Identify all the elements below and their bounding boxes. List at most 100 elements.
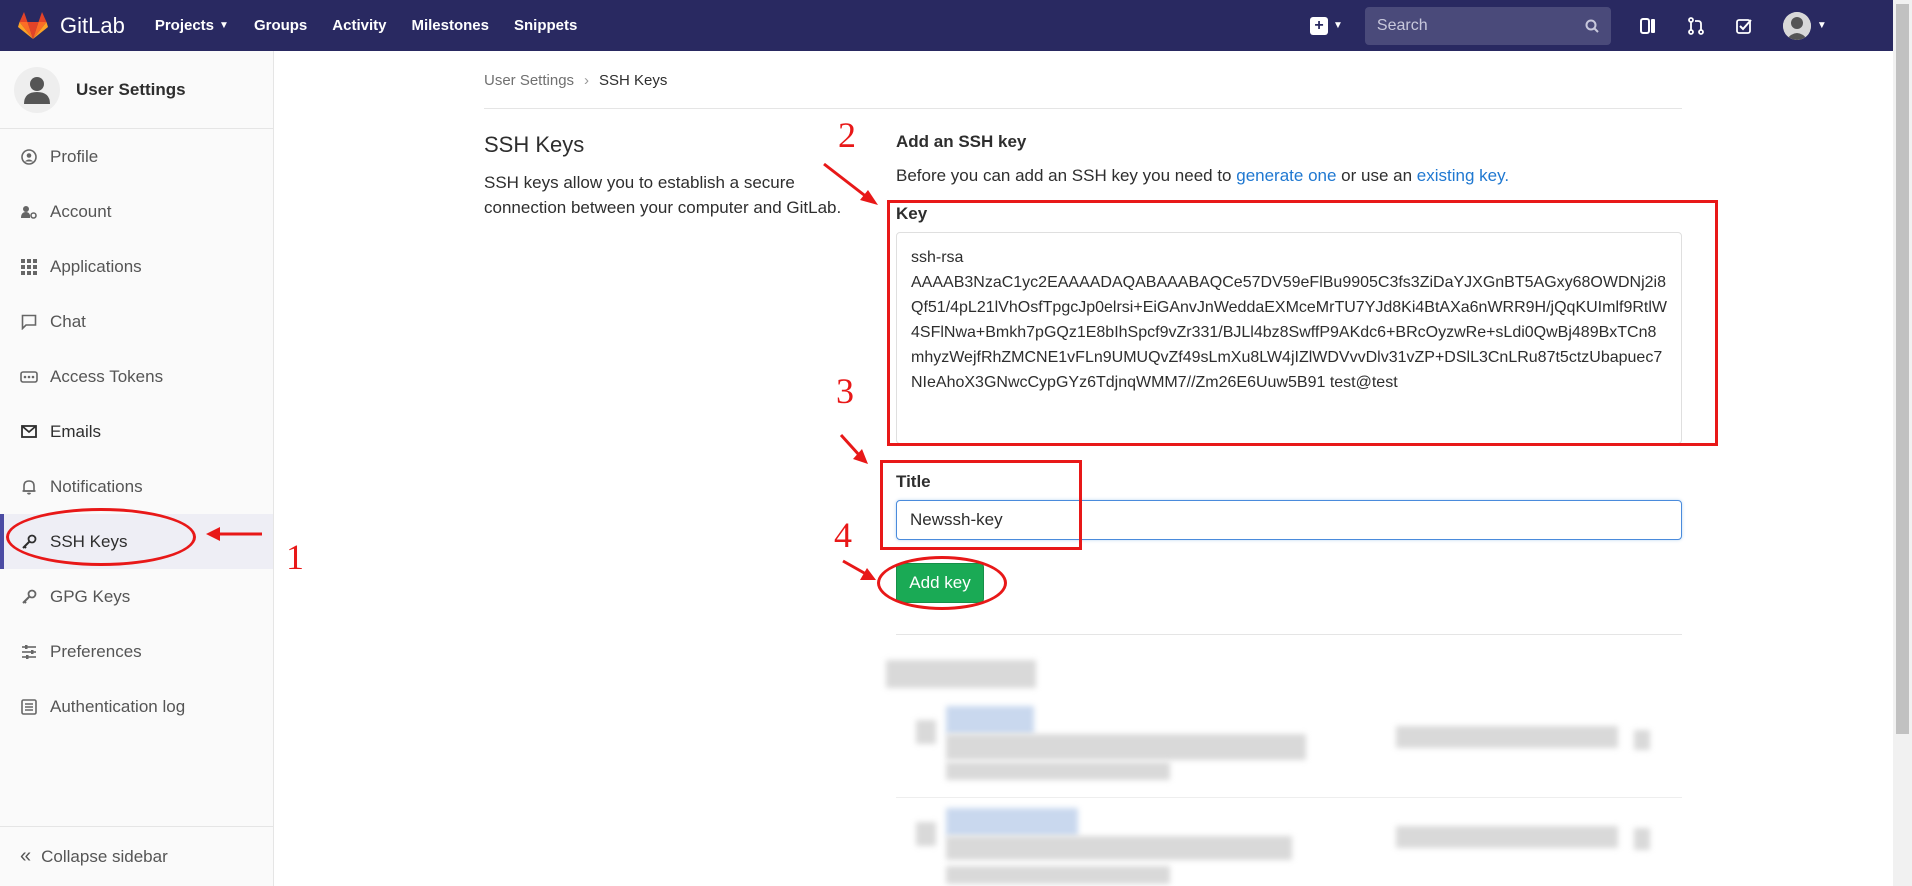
breadcrumb-parent[interactable]: User Settings <box>484 72 574 89</box>
sidebar-items: Profile Account Applications Chat Access… <box>0 129 273 734</box>
sidebar-item-notifications[interactable]: Notifications <box>0 459 273 514</box>
desc-text: or use an <box>1336 166 1417 185</box>
redacted-key-title <box>946 808 1078 836</box>
key-icon <box>20 588 38 606</box>
plus-icon: + <box>1310 16 1328 35</box>
annotation-arrow-3 <box>839 433 868 464</box>
envelope-icon <box>20 423 38 441</box>
nav-label: Milestones <box>411 17 489 34</box>
gitlab-logo[interactable]: GitLab <box>18 11 125 40</box>
redacted-delete-icon <box>1634 828 1650 850</box>
new-dropdown-button[interactable]: + ▼ <box>1310 16 1343 35</box>
nav-projects[interactable]: Projects ▼ <box>155 17 229 34</box>
sidebar-item-label: Notifications <box>50 476 143 496</box>
nav-milestones[interactable]: Milestones <box>411 17 489 34</box>
form-title: Add an SSH key <box>896 132 1027 151</box>
top-navbar: GitLab Projects ▼ Groups Activity Milesto… <box>0 0 1893 51</box>
chevron-right-icon: › <box>584 72 590 89</box>
double-chevron-left-icon: « <box>20 845 32 867</box>
existing-key-link[interactable]: existing key. <box>1417 166 1509 185</box>
page-scrollbar[interactable] <box>1893 0 1912 886</box>
redacted-meta <box>946 762 1170 780</box>
nav-groups[interactable]: Groups <box>254 17 307 34</box>
sidebar-item-label: Account <box>50 201 112 221</box>
sidebar-item-authentication-log[interactable]: Authentication log <box>0 679 273 734</box>
scrollbar-thumb[interactable] <box>1896 4 1909 734</box>
collapse-label: Collapse sidebar <box>41 846 168 866</box>
annotation-number-3: 3 <box>836 371 854 411</box>
sidebar-item-preferences[interactable]: Preferences <box>0 624 273 679</box>
bell-icon <box>20 478 38 496</box>
chevron-down-icon: ▼ <box>1816 20 1827 31</box>
redacted-key-icon <box>916 822 936 846</box>
log-list-icon <box>20 698 38 716</box>
sidebar-item-label: GPG Keys <box>50 586 131 606</box>
sidebar-item-label: Applications <box>50 256 142 276</box>
annotation-ellipse-add-key <box>877 556 1007 610</box>
divider <box>896 634 1682 635</box>
sliders-icon <box>20 643 38 661</box>
redacted-date <box>1396 826 1618 848</box>
redacted-date <box>1396 726 1618 748</box>
sidebar-item-label: Preferences <box>50 641 142 661</box>
redacted-fingerprint <box>946 836 1292 860</box>
search-input[interactable]: Search <box>1364 6 1611 45</box>
profile-icon <box>20 148 38 166</box>
divider <box>896 797 1682 798</box>
sidebar-item-emails[interactable]: Emails <box>0 404 273 459</box>
sidebar-header[interactable]: User Settings <box>0 51 273 129</box>
nav-label: Projects <box>154 17 215 34</box>
annotation-box-title <box>880 460 1082 550</box>
sidebar-item-label: Emails <box>50 421 102 441</box>
desc-text: Before you can add an SSH key you need t… <box>896 166 1237 185</box>
sidebar-toggle-icon[interactable] <box>1637 15 1659 37</box>
form-description: Before you can add an SSH key you need t… <box>896 166 1509 186</box>
merge-request-icon[interactable] <box>1685 15 1707 37</box>
applications-grid-icon <box>20 258 38 276</box>
sidebar-item-profile[interactable]: Profile <box>0 129 273 184</box>
chevron-down-icon: ▼ <box>1333 20 1343 31</box>
breadcrumb: User Settings › SSH Keys <box>484 72 667 89</box>
sidebar-item-account[interactable]: Account <box>0 184 273 239</box>
annotation-box-key <box>887 200 1718 446</box>
annotation-arrow-2 <box>823 162 878 205</box>
sidebar-item-access-tokens[interactable]: Access Tokens <box>0 349 273 404</box>
collapse-sidebar-button[interactable]: « Collapse sidebar <box>0 826 273 886</box>
nav-snippets[interactable]: Snippets <box>514 17 577 34</box>
user-icon <box>14 66 60 113</box>
generate-one-link[interactable]: generate one <box>1236 166 1336 185</box>
gitlab-tanuki-icon <box>18 11 48 39</box>
sidebar-item-gpg-keys[interactable]: GPG Keys <box>0 569 273 624</box>
breadcrumb-current[interactable]: SSH Keys <box>599 72 667 89</box>
redacted-key-icon <box>916 720 936 744</box>
sidebar-item-label: Profile <box>50 146 99 166</box>
annotation-number-2: 2 <box>838 115 856 155</box>
annotation-number-1: 1 <box>286 537 304 577</box>
search-icon <box>1585 19 1599 33</box>
sidebar-title: User Settings <box>76 79 186 99</box>
annotation-number-4: 4 <box>834 515 852 555</box>
user-avatar[interactable] <box>1782 11 1811 40</box>
search-placeholder: Search <box>1376 16 1428 34</box>
todo-check-icon[interactable] <box>1733 15 1755 37</box>
logo-text: GitLab <box>60 12 125 38</box>
chat-bubble-icon <box>20 313 38 331</box>
settings-sidebar: User Settings Profile Account Applicatio… <box>0 51 274 886</box>
sidebar-item-chat[interactable]: Chat <box>0 294 273 349</box>
token-icon <box>20 368 38 386</box>
topbar-right: + ▼ Search ▼ <box>1310 0 1827 51</box>
sidebar-item-applications[interactable]: Applications <box>0 239 273 294</box>
nav-activity[interactable]: Activity <box>332 17 386 34</box>
redacted-heading <box>886 660 1036 688</box>
nav-label: Groups <box>253 17 308 34</box>
annotation-arrow-4 <box>842 559 876 580</box>
redacted-meta <box>946 866 1170 884</box>
account-gear-icon <box>20 203 38 221</box>
chevron-down-icon: ▼ <box>219 20 229 31</box>
page-title: SSH Keys <box>484 132 585 157</box>
nav-label: Snippets <box>514 17 578 34</box>
main-nav: Projects ▼ Groups Activity Milestones Sni… <box>155 17 603 34</box>
redacted-fingerprint <box>946 734 1306 760</box>
annotation-ellipse-ssh-keys <box>6 508 196 566</box>
redacted-key-title <box>946 706 1034 734</box>
